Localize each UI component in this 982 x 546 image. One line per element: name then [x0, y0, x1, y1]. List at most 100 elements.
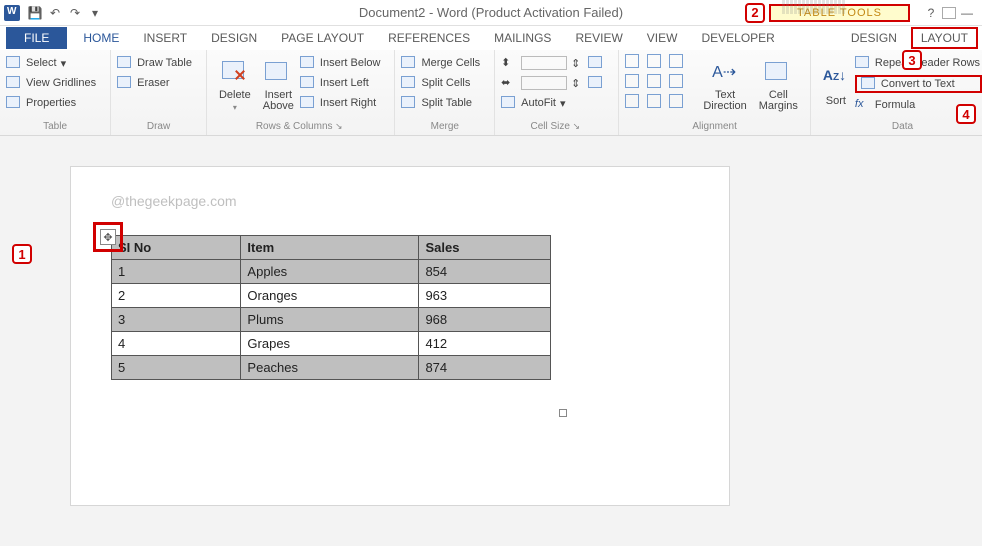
- group-draw: Draw Table Eraser Draw: [111, 50, 207, 135]
- insert-above-button[interactable]: Insert Above: [257, 54, 300, 119]
- insert-below-button[interactable]: Insert Below: [300, 54, 383, 72]
- align-mc-button[interactable]: [647, 74, 661, 88]
- data-table[interactable]: SI No Item Sales 1 Apples 854 2 Oranges …: [111, 235, 551, 380]
- ribbon-tabs: FILE HOME INSERT DESIGN PAGE LAYOUT REFE…: [0, 26, 982, 50]
- document-surface: 1 @thegeekpage.com ✥ SI No Item Sales 1 …: [0, 136, 982, 546]
- align-ml-button[interactable]: [625, 74, 639, 88]
- file-tab[interactable]: FILE: [6, 27, 67, 49]
- align-tr-button[interactable]: [669, 54, 683, 68]
- qat-customize-icon[interactable]: ▾: [86, 4, 104, 22]
- header-sales: Sales: [419, 236, 551, 260]
- developer-tab[interactable]: DEVELOPER: [691, 27, 784, 49]
- ribbon-options-icon[interactable]: [942, 7, 956, 19]
- decorative-stripes: [782, 0, 902, 14]
- cell[interactable]: Grapes: [241, 332, 419, 356]
- references-tab[interactable]: REFERENCES: [378, 27, 480, 49]
- cell[interactable]: 412: [419, 332, 551, 356]
- table-layout-tab[interactable]: LAYOUT: [911, 27, 978, 49]
- cell[interactable]: Oranges: [241, 284, 419, 308]
- table-row[interactable]: 2 Oranges 963: [112, 284, 551, 308]
- table-design-tab[interactable]: DESIGN: [841, 27, 907, 49]
- draw-table-button[interactable]: Draw Table: [117, 54, 194, 72]
- cell[interactable]: Plums: [241, 308, 419, 332]
- cell[interactable]: Peaches: [241, 356, 419, 380]
- distribute-rows-button[interactable]: [588, 54, 606, 72]
- align-bc-button[interactable]: [647, 94, 661, 108]
- height-input[interactable]: ⬍ ⇕: [501, 54, 582, 72]
- cell-margins-button[interactable]: Cell Margins: [753, 54, 804, 119]
- text-direction-button[interactable]: A⇢Text Direction: [697, 54, 752, 119]
- split-cells-label: Split Cells: [421, 77, 470, 89]
- merge-cells-button[interactable]: Merge Cells: [401, 54, 482, 72]
- group-draw-label: Draw: [117, 119, 200, 135]
- help-icon[interactable]: ?: [922, 4, 940, 22]
- minimize-icon[interactable]: —: [958, 4, 976, 22]
- split-cells-button[interactable]: Split Cells: [401, 74, 482, 92]
- convert-to-text-label: Convert to Text: [881, 78, 955, 90]
- table-row[interactable]: 4 Grapes 412: [112, 332, 551, 356]
- table-row[interactable]: 3 Plums 968: [112, 308, 551, 332]
- cellsize-launcher-icon[interactable]: ↘: [570, 121, 583, 131]
- save-icon[interactable]: 💾: [26, 4, 44, 22]
- align-bl-button[interactable]: [625, 94, 639, 108]
- group-alignment: A⇢Text Direction Cell Margins Alignment: [619, 50, 811, 135]
- sort-label: Sort: [826, 95, 846, 107]
- insert-tab[interactable]: INSERT: [133, 27, 197, 49]
- cell[interactable]: 1: [112, 260, 241, 284]
- cell[interactable]: 874: [419, 356, 551, 380]
- cell[interactable]: 963: [419, 284, 551, 308]
- autofit-label: AutoFit: [521, 97, 556, 109]
- header-slno: SI No: [112, 236, 241, 260]
- insert-left-button[interactable]: Insert Left: [300, 74, 383, 92]
- table-header-row: SI No Item Sales: [112, 236, 551, 260]
- autofit-button[interactable]: AutoFit ▾: [501, 94, 582, 112]
- eraser-label: Eraser: [137, 77, 169, 89]
- cell[interactable]: 3: [112, 308, 241, 332]
- sort-button[interactable]: AZ↓Sort: [817, 54, 855, 119]
- view-gridlines-button[interactable]: View Gridlines: [6, 74, 98, 92]
- align-br-button[interactable]: [669, 94, 683, 108]
- convert-to-text-button[interactable]: Convert to Text: [855, 75, 982, 93]
- review-tab[interactable]: REVIEW: [565, 27, 632, 49]
- cell[interactable]: 4: [112, 332, 241, 356]
- distribute-cols-button[interactable]: [588, 74, 606, 92]
- group-merge: Merge Cells Split Cells Split Table Merg…: [395, 50, 495, 135]
- design-doc-tab[interactable]: DESIGN: [201, 27, 267, 49]
- width-input[interactable]: ⬌ ⇕: [501, 74, 582, 92]
- table-row[interactable]: 1 Apples 854: [112, 260, 551, 284]
- insert-right-button[interactable]: Insert Right: [300, 94, 383, 112]
- home-tab[interactable]: HOME: [73, 27, 129, 49]
- group-table: Select ▾ View Gridlines Properties Table: [0, 50, 111, 135]
- cell[interactable]: Apples: [241, 260, 419, 284]
- table-resize-handle-icon[interactable]: [559, 409, 567, 417]
- table-row[interactable]: 5 Peaches 874: [112, 356, 551, 380]
- draw-table-label: Draw Table: [137, 57, 192, 69]
- gridlines-label: View Gridlines: [26, 77, 96, 89]
- delete-button[interactable]: Delete▾: [213, 54, 257, 119]
- view-tab[interactable]: VIEW: [637, 27, 688, 49]
- cell[interactable]: 968: [419, 308, 551, 332]
- titlebar: 💾 ↶ ↷ ▾ Document2 - Word (Product Activa…: [0, 0, 982, 26]
- align-mr-button[interactable]: [669, 74, 683, 88]
- group-cellsize-label: Cell Size ↘: [501, 119, 612, 135]
- properties-label: Properties: [26, 97, 76, 109]
- rowscols-launcher-icon[interactable]: ↘: [333, 121, 346, 131]
- select-button[interactable]: Select ▾: [6, 54, 98, 72]
- annotation-marker-4: 4: [956, 104, 976, 124]
- cell[interactable]: 2: [112, 284, 241, 308]
- cell[interactable]: 5: [112, 356, 241, 380]
- mailings-tab[interactable]: MAILINGS: [484, 27, 561, 49]
- properties-button[interactable]: Properties: [6, 94, 98, 112]
- undo-icon[interactable]: ↶: [46, 4, 64, 22]
- annotation-marker-2: 2: [745, 3, 765, 23]
- align-tl-button[interactable]: [625, 54, 639, 68]
- eraser-button[interactable]: Eraser: [117, 74, 194, 92]
- cell[interactable]: 854: [419, 260, 551, 284]
- annotation-marker-1: 1: [12, 244, 32, 264]
- redo-icon[interactable]: ↷: [66, 4, 84, 22]
- annotation-marker-3: 3: [902, 50, 922, 70]
- split-table-button[interactable]: Split Table: [401, 94, 482, 112]
- page-layout-tab[interactable]: PAGE LAYOUT: [271, 27, 374, 49]
- align-tc-button[interactable]: [647, 54, 661, 68]
- table-move-handle-icon[interactable]: ✥: [100, 229, 116, 245]
